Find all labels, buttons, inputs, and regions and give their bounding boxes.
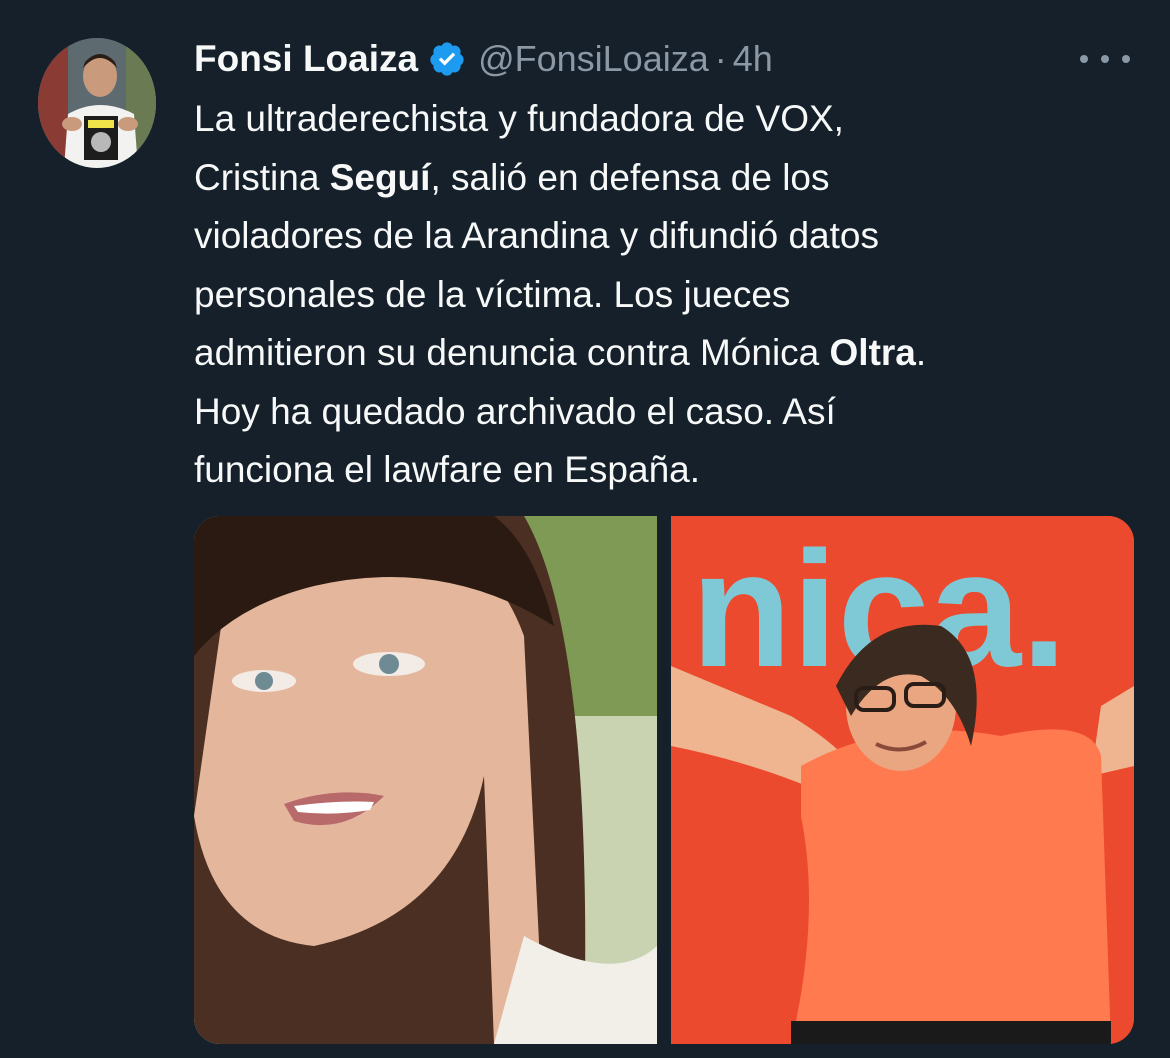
author-name[interactable]: Fonsi Loaiza <box>194 38 418 80</box>
author-handle[interactable]: @FonsiLoaiza <box>478 38 709 80</box>
tweet-text-line: personales de la víctima. Los jueces <box>194 273 791 315</box>
tweet-header: Fonsi Loaiza @FonsiLoaiza · 4h <box>194 34 773 84</box>
photo-right[interactable]: nica. <box>671 516 1134 1044</box>
more-dot <box>1101 55 1109 63</box>
separator-dot: · <box>714 38 727 79</box>
more-dot <box>1080 55 1088 63</box>
tweet-text-line: admitieron su denuncia contra Mónica Olt… <box>194 332 927 373</box>
more-dot <box>1122 55 1130 63</box>
photo-left[interactable] <box>194 516 657 1044</box>
tweet-text: La ultraderechista y fundadora de VOX, C… <box>194 90 1114 500</box>
tweet-text-line: funciona el lawfare en España. <box>194 449 701 490</box>
tweet-text-line: violadores de la Arandina y difundió dat… <box>194 215 879 256</box>
tweet-media: nica. <box>194 516 1134 1044</box>
tweet-text-line: Hoy ha quedado archivado el caso. Así <box>194 390 836 432</box>
verified-badge-icon <box>428 40 466 78</box>
tweet[interactable]: Fonsi Loaiza @FonsiLoaiza · 4h La ultrad… <box>0 0 1170 1058</box>
tweet-text-line: Cristina Seguí, salió en defensa de los <box>194 156 830 198</box>
more-options-icon[interactable] <box>1080 44 1130 74</box>
author-avatar[interactable] <box>38 38 156 168</box>
tweet-time[interactable]: 4h <box>733 38 773 80</box>
tweet-text-line: La ultraderechista y fundadora de VOX, <box>194 98 844 139</box>
